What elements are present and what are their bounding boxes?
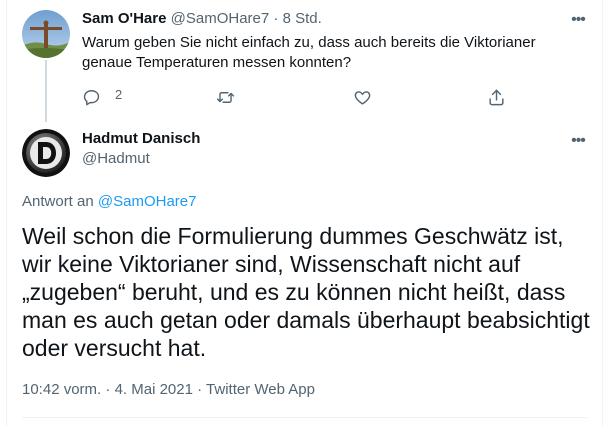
tweet1-separator: · [273,10,279,27]
tweet1-header: Sam O'Hare @SamOHare7 · 8 Std. [82,9,322,29]
tweet2-time[interactable]: 10:42 vorm. [22,381,101,398]
tweet2-date[interactable]: 4. Mai 2021 [115,381,193,398]
divider [22,417,587,418]
tweet2-separator-2: · [197,381,203,398]
tweet2-more-icon[interactable]: ••• [568,131,588,151]
retweet-button[interactable] [216,86,235,108]
reply-count: 2 [115,86,123,102]
reply-to-handle-link[interactable]: @SamOHare7 [98,193,197,210]
share-icon [489,89,504,105]
heart-icon [354,90,371,105]
tweet2-metadata: 10:42 vorm. · 4. Mai 2021 · Twitter Web … [22,380,315,400]
tweet2-text: Weil schon die Formulierung dummes Gesch… [22,223,590,361]
tweet2-handle[interactable]: @Hadmut [82,149,150,169]
reply-icon [83,89,100,105]
like-button[interactable] [353,86,372,108]
reply-button[interactable]: 2 [82,86,122,108]
tweet1-text: Warum geben Sie nicht einfach zu, dass a… [82,34,536,71]
avatar-sam-ohare[interactable] [22,10,70,58]
tweet1-handle[interactable]: @SamOHare7 [171,10,270,27]
tweet2-author-name[interactable]: Hadmut Danisch [82,129,200,149]
tweet1-author-name[interactable]: Sam O'Hare [82,10,166,27]
retweet-icon [216,91,235,103]
thread-connector-line [45,60,47,122]
tweet1-more-icon[interactable]: ••• [568,10,588,30]
avatar-hadmut-danisch[interactable] [22,129,70,177]
share-button[interactable] [487,86,506,108]
tweet1-timestamp[interactable]: 8 Std. [283,10,322,27]
reply-to-prefix: Antwort an [22,193,94,210]
reply-to-line: Antwort an @SamOHare7 [22,192,196,212]
tweet1-action-bar: 2 [82,86,504,108]
tweet2-source[interactable]: Twitter Web App [206,381,315,398]
tweet2-separator-1: · [105,381,111,398]
